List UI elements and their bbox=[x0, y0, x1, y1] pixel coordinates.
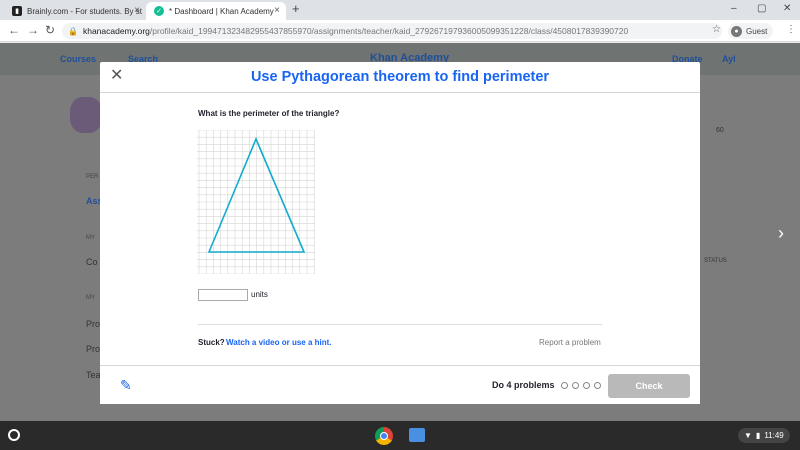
new-tab-icon[interactable]: + bbox=[292, 1, 300, 16]
minimize-icon[interactable]: – bbox=[731, 3, 737, 14]
back-icon[interactable]: ← bbox=[8, 23, 20, 37]
maximize-icon[interactable]: ▢ bbox=[757, 3, 766, 14]
question-text: What is the perimeter of the triangle? bbox=[198, 109, 340, 118]
sidebar-section: MY bbox=[86, 235, 95, 241]
sidebar-item-profile[interactable]: Pro bbox=[86, 319, 100, 329]
forward-icon[interactable]: → bbox=[27, 23, 39, 37]
avatar bbox=[70, 97, 102, 133]
report-problem-link[interactable]: Report a problem bbox=[539, 338, 601, 347]
units-label: units bbox=[251, 290, 268, 299]
tab-title: * Dashboard | Khan Academy bbox=[169, 6, 274, 16]
files-icon[interactable] bbox=[409, 428, 425, 442]
check-button[interactable]: Check bbox=[608, 374, 690, 398]
exercise-modal: ✕ Use Pythagorean theorem to find perime… bbox=[100, 62, 700, 404]
sidebar-section: MY bbox=[86, 295, 95, 301]
tab-strip: ▮ Brainly.com - For students. By st × ✓ … bbox=[0, 0, 800, 20]
progress-dot bbox=[583, 382, 590, 389]
progress-dot bbox=[594, 382, 601, 389]
browser-toolbar: ← → ↻ 🔒 khanacademy.org/profile/kaid_199… bbox=[0, 20, 800, 42]
sidebar-section: PER bbox=[86, 174, 99, 180]
bookmark-star-icon[interactable]: ☆ bbox=[712, 24, 721, 35]
points-count: 60 bbox=[716, 127, 724, 134]
launcher-icon[interactable] bbox=[8, 429, 20, 441]
progress-dot bbox=[561, 382, 568, 389]
status-header: STATUS bbox=[704, 258, 727, 264]
profile-label: Guest bbox=[746, 26, 768, 36]
brainly-icon: ▮ bbox=[12, 6, 22, 16]
reload-icon[interactable]: ↻ bbox=[45, 23, 55, 37]
battery-icon: ▮ bbox=[755, 431, 761, 440]
scratchpad-icon[interactable]: ✎ bbox=[120, 377, 132, 394]
exercise-title: Use Pythagorean theorem to find perimete… bbox=[250, 69, 550, 85]
more-menu-icon[interactable]: ⋮ bbox=[786, 24, 796, 35]
hint-link[interactable]: Watch a video or use a hint. bbox=[226, 338, 332, 347]
courses-menu[interactable]: Courses bbox=[60, 54, 96, 64]
divider bbox=[198, 324, 602, 325]
lock-icon: 🔒 bbox=[68, 26, 78, 36]
close-tab-icon[interactable]: × bbox=[274, 5, 280, 16]
url-host: khanacademy.org bbox=[82, 26, 150, 36]
sidebar-item-courses[interactable]: Co bbox=[86, 257, 98, 267]
triangle-figure bbox=[197, 130, 315, 274]
clock: 11:49 bbox=[764, 431, 784, 440]
url-path: /profile/kaid_199471323482955437855970/a… bbox=[149, 26, 629, 36]
close-tab-icon[interactable]: × bbox=[134, 5, 140, 16]
problem-count: Do 4 problems bbox=[492, 380, 555, 390]
khan-academy-icon: ✓ bbox=[154, 6, 164, 16]
stuck-label: Stuck? bbox=[198, 338, 225, 347]
tab-brainly[interactable]: ▮ Brainly.com - For students. By st × bbox=[4, 2, 146, 20]
wifi-icon: ▼ bbox=[744, 431, 752, 440]
system-tray[interactable]: ▼ ▮ 11:49 bbox=[738, 428, 790, 443]
chrome-icon[interactable] bbox=[375, 427, 393, 445]
modal-footer: ✎ Do 4 problems Check bbox=[100, 365, 700, 404]
next-arrow-icon[interactable]: › bbox=[778, 223, 784, 244]
taskbar: ▼ ▮ 11:49 bbox=[0, 421, 800, 450]
close-window-icon[interactable]: ✕ bbox=[783, 3, 791, 14]
sidebar-item-progress[interactable]: Pro bbox=[86, 344, 100, 354]
profile-button[interactable]: ● Guest bbox=[728, 23, 774, 39]
tab-title: Brainly.com - For students. By st bbox=[27, 6, 142, 16]
user-menu[interactable]: Ayl bbox=[722, 54, 736, 64]
modal-header: ✕ Use Pythagorean theorem to find perime… bbox=[100, 62, 700, 93]
tab-khan-academy[interactable]: ✓ * Dashboard | Khan Academy × bbox=[146, 2, 286, 20]
person-icon: ● bbox=[731, 25, 742, 37]
answer-input[interactable] bbox=[198, 289, 248, 301]
address-bar[interactable]: 🔒 khanacademy.org/profile/kaid_199471323… bbox=[62, 23, 722, 39]
sidebar-item-teachers[interactable]: Tea bbox=[86, 370, 101, 380]
progress-dot bbox=[572, 382, 579, 389]
